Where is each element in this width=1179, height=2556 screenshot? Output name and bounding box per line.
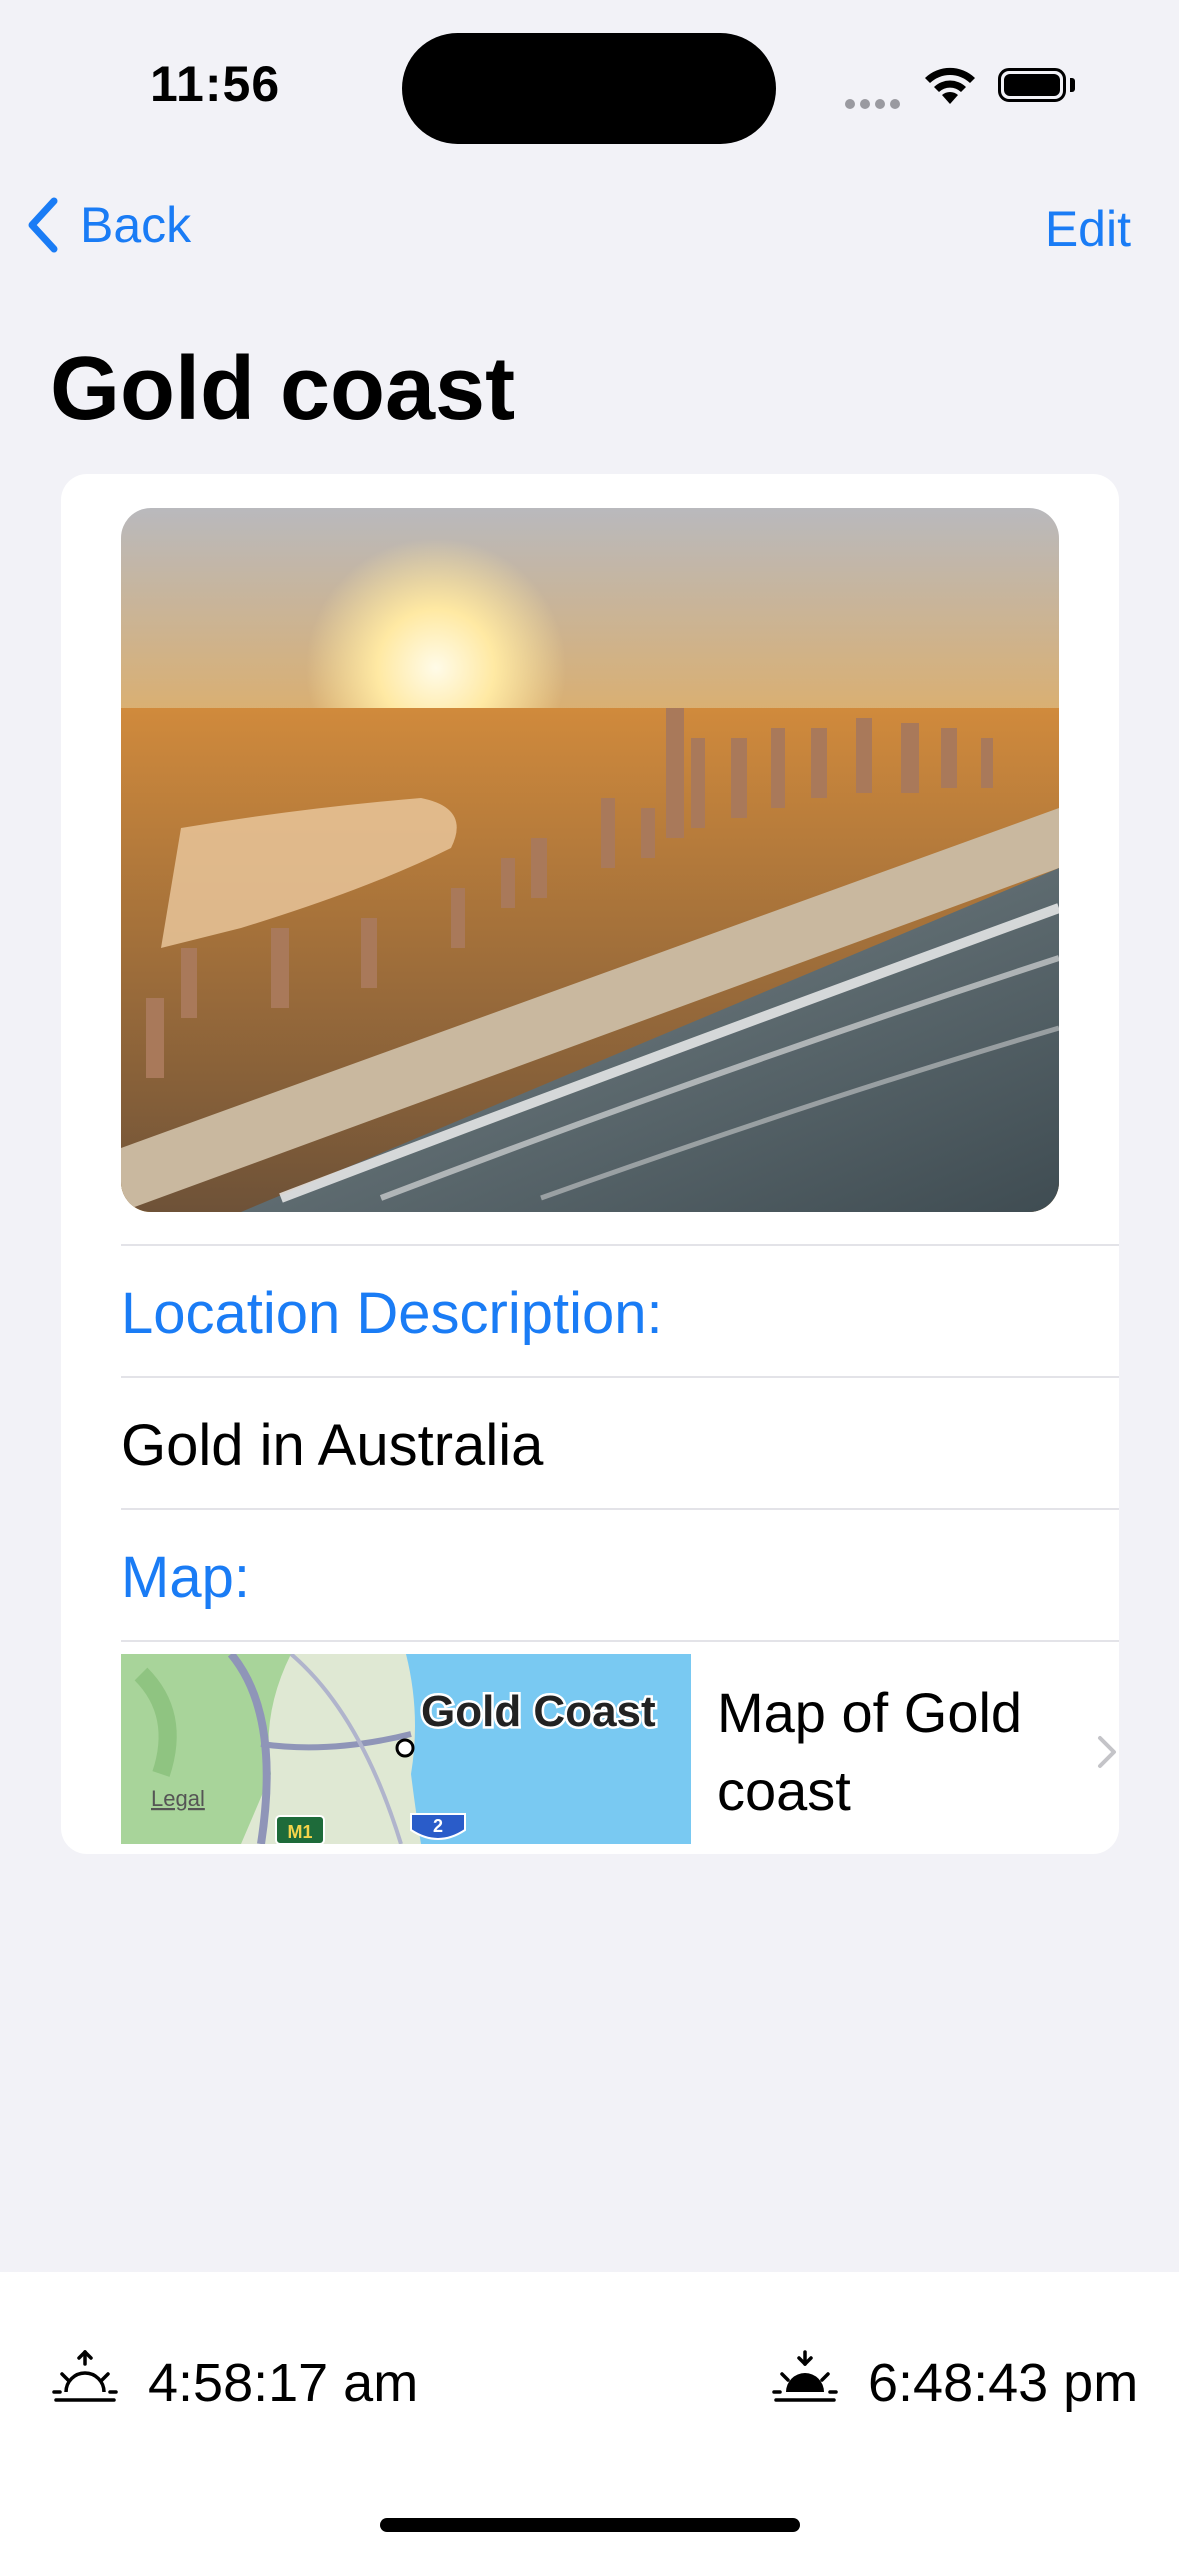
- separator: [121, 1640, 1119, 1642]
- map-header: Map:: [121, 1545, 250, 1610]
- back-label: Back: [80, 197, 192, 253]
- map-shield-2: 2: [433, 1816, 443, 1836]
- dynamic-island: [402, 33, 776, 144]
- map-link-row[interactable]: M1 2 Legal Gold Coast Map of Gold coast: [121, 1654, 1119, 1844]
- location-description-value: Gold in Australia: [121, 1413, 544, 1478]
- battery-nub: [1070, 78, 1075, 92]
- page-title: Gold coast: [50, 339, 516, 439]
- cellular-signal-icon: [845, 96, 905, 114]
- battery-icon: [998, 68, 1066, 102]
- location-description-header: Location Description:: [121, 1281, 663, 1346]
- chevron-right-icon: [1096, 1734, 1118, 1775]
- map-thumbnail: M1 2 Legal Gold Coast: [121, 1654, 691, 1844]
- back-button[interactable]: Back: [26, 196, 191, 254]
- map-city-label: Gold Coast: [421, 1687, 656, 1736]
- separator: [121, 1376, 1119, 1378]
- separator: [121, 1244, 1119, 1246]
- status-time: 11:56: [150, 56, 281, 112]
- separator: [121, 1508, 1119, 1510]
- bottom-toolbar: 4:58:17 am 6:48:43 pm: [0, 2272, 1179, 2556]
- edit-button[interactable]: Edit: [1045, 200, 1131, 258]
- sunrise-time: 4:58:17 am: [148, 2353, 419, 2413]
- sunrise-icon: [52, 2348, 118, 2413]
- wifi-icon: [922, 64, 978, 111]
- sunset-icon: [772, 2348, 838, 2413]
- detail-card: Location Description: Gold in Australia …: [61, 474, 1119, 1854]
- map-legal-label: Legal: [151, 1786, 205, 1811]
- map-link-label: Map of Gold coast: [717, 1681, 1023, 1822]
- chevron-left-icon: [28, 197, 58, 253]
- home-indicator[interactable]: [380, 2518, 800, 2532]
- sunset-time: 6:48:43 pm: [868, 2353, 1139, 2413]
- location-photo: [121, 508, 1059, 1212]
- map-shield-m1: M1: [287, 1822, 312, 1842]
